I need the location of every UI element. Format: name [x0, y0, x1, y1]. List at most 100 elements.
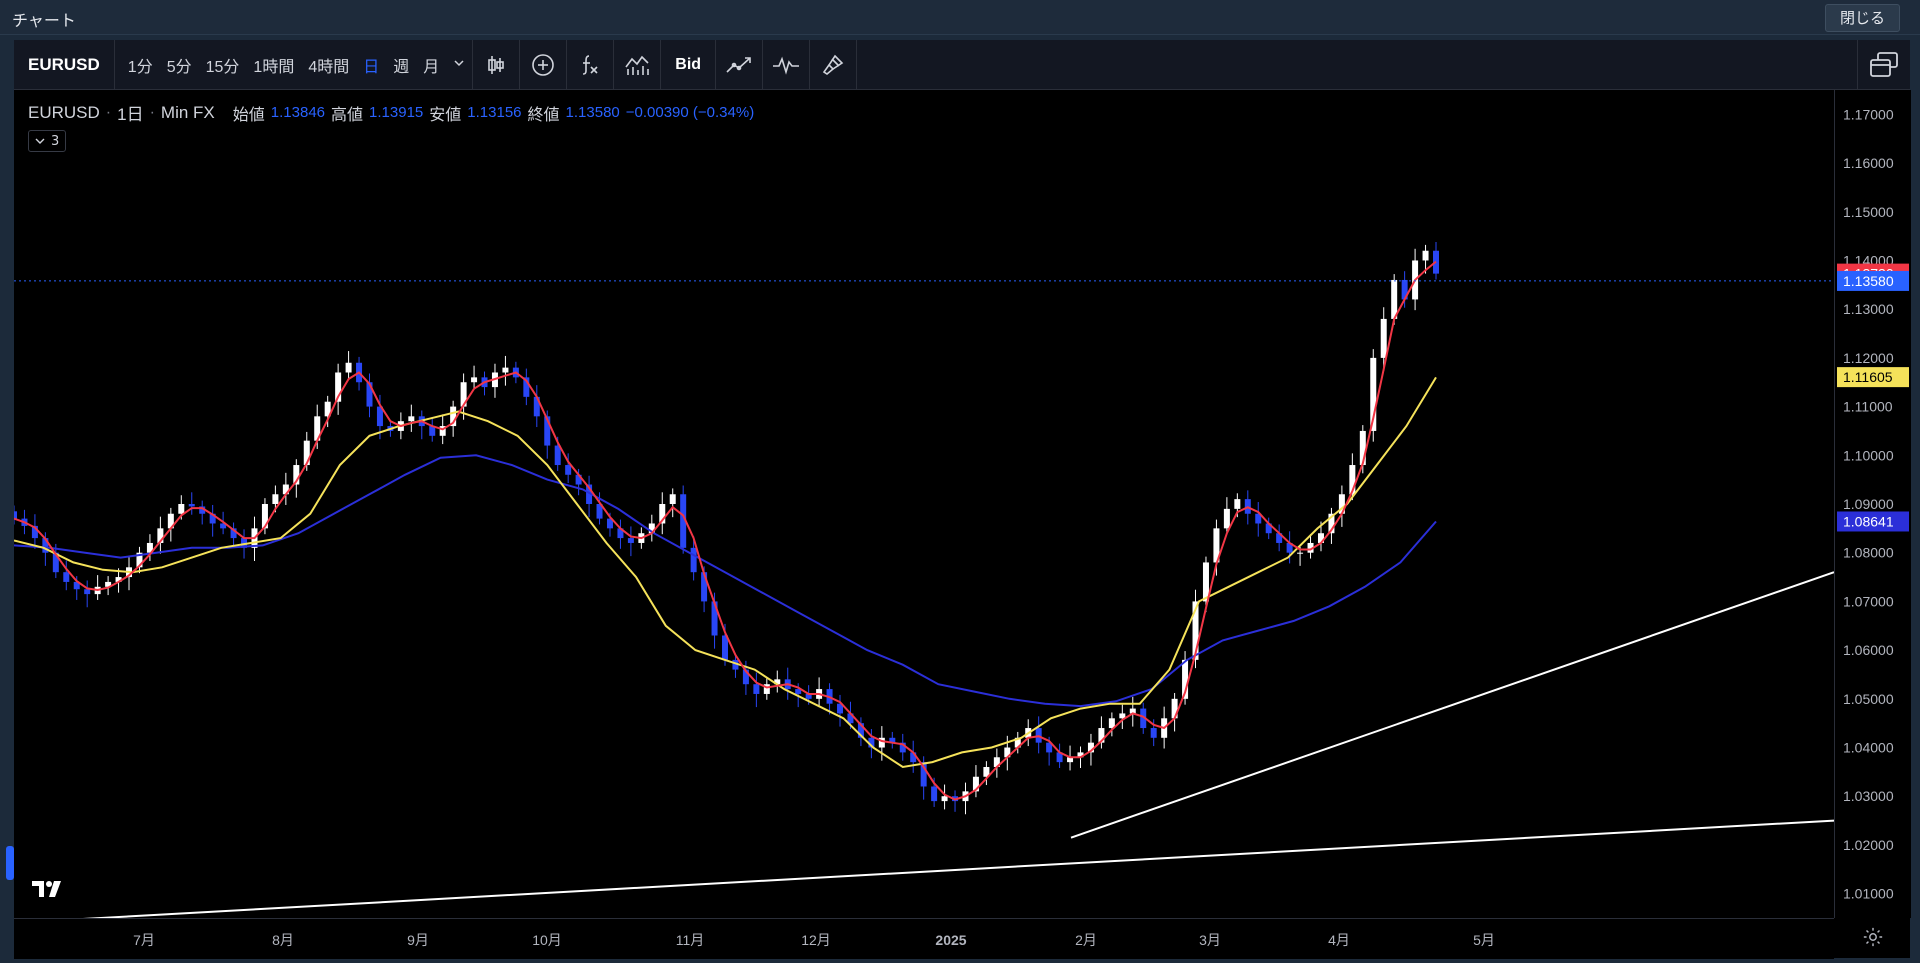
- candle-body: [941, 796, 948, 802]
- price-tick-label: 1.05000: [1843, 691, 1894, 707]
- function-icon[interactable]: [567, 40, 613, 89]
- chart-pane[interactable]: [14, 90, 1910, 958]
- candle-body: [669, 494, 676, 504]
- indicator-collapse-button[interactable]: 3: [28, 130, 67, 152]
- candle-body: [565, 465, 572, 475]
- interval-15m[interactable]: 15分: [199, 53, 247, 77]
- candle-body: [272, 494, 279, 504]
- price-tick-label: 1.15000: [1843, 204, 1894, 220]
- candle-body: [753, 684, 760, 694]
- candle-body: [554, 445, 561, 466]
- chevron-down-icon[interactable]: [446, 56, 472, 74]
- legend-interval: 1日: [117, 105, 144, 124]
- trendline-long[interactable]: [14, 819, 1834, 918]
- candle-body: [14, 511, 17, 519]
- time-tick-label: 4月: [1328, 932, 1350, 948]
- legend-high-label: 高値: [331, 106, 364, 124]
- toolbar-divider: [113, 40, 115, 89]
- price-marker-label: 1.11605: [1843, 369, 1893, 385]
- price-marker-label: 1.08641: [1843, 513, 1894, 529]
- chart-toolbar: EURUSD 1分 5分 15分 1時間 4時間 日 週 月 Bid: [14, 40, 1910, 90]
- time-tick-label: 2月: [1075, 932, 1097, 948]
- price-tick-label: 1.11000: [1843, 399, 1893, 415]
- candle-body: [178, 504, 185, 514]
- trendline-short[interactable]: [1070, 571, 1834, 839]
- interval-4h[interactable]: 4時間: [301, 53, 356, 77]
- candle-body: [188, 504, 195, 507]
- price-tick-label: 1.08000: [1843, 545, 1894, 561]
- price-tick-label: 1.09000: [1843, 496, 1894, 512]
- price-tick-label: 1.17000: [1843, 106, 1894, 122]
- bid-button[interactable]: Bid: [661, 56, 715, 74]
- alert-wave-icon[interactable]: [763, 40, 809, 89]
- layout-icon[interactable]: [1857, 40, 1910, 89]
- tradingview-logo-icon[interactable]: [30, 878, 64, 904]
- symbol-search-button[interactable]: EURUSD: [14, 55, 114, 75]
- legend-open-value: 1.13846: [270, 104, 326, 121]
- candle-body: [408, 416, 415, 422]
- price-tick-label: 1.07000: [1843, 593, 1894, 609]
- candle-body: [84, 589, 91, 595]
- interval-1m[interactable]: 1分: [121, 53, 160, 77]
- price-tick-label: 1.16000: [1843, 155, 1894, 171]
- time-scale[interactable]: 7月 8月 9月 10月 11月 12月 2025 2月 3月 4月 5月: [14, 918, 1834, 959]
- time-tick-label: 7月: [133, 932, 155, 948]
- price-chart[interactable]: [14, 90, 1834, 918]
- ma-red-line: [14, 260, 1437, 801]
- legend-symbol: EURUSD: [28, 102, 100, 122]
- window-titlebar: チャート 閉じる: [0, 0, 1920, 35]
- brush-icon[interactable]: [810, 40, 856, 89]
- candle-body: [690, 547, 697, 573]
- legend-close-label: 終値: [527, 106, 560, 124]
- time-scale-axis[interactable]: 7月 8月 9月 10月 11月 12月 2025 2月 3月 4月 5月: [14, 919, 1834, 959]
- time-tick-label: 9月: [407, 932, 429, 948]
- candle-body: [1422, 250, 1429, 261]
- interval-month[interactable]: 月: [416, 53, 446, 77]
- time-tick-label: 12月: [801, 932, 831, 948]
- legend-low-label: 安値: [429, 106, 462, 124]
- indicator-template-icon[interactable]: [614, 40, 660, 89]
- interval-5m[interactable]: 5分: [160, 53, 199, 77]
- ma-blue-line: [14, 454, 1437, 708]
- candle-body: [931, 786, 938, 802]
- time-tick-label: 3月: [1199, 932, 1221, 948]
- candle-body: [627, 538, 634, 543]
- price-tick-label: 1.01000: [1843, 886, 1894, 902]
- drawing-panel-handle[interactable]: [6, 846, 14, 880]
- price-tick-label: 1.02000: [1843, 837, 1894, 853]
- interval-day[interactable]: 日: [356, 53, 386, 77]
- candle-body: [345, 362, 352, 373]
- candle-style-icon[interactable]: [473, 40, 519, 89]
- legend-close-value: 1.13580: [565, 104, 620, 121]
- legend-source: Min FX: [160, 102, 215, 122]
- price-tick-label: 1.04000: [1843, 740, 1894, 756]
- price-tick-label: 1.03000: [1843, 788, 1894, 804]
- price-tick-label: 1.10000: [1843, 447, 1894, 463]
- compare-icon[interactable]: [716, 40, 762, 89]
- price-tick-label: 1.12000: [1843, 350, 1894, 366]
- close-button[interactable]: 閉じる: [1824, 4, 1900, 32]
- indicator-count: 3: [51, 133, 60, 149]
- interval-1h[interactable]: 1時間: [246, 53, 301, 77]
- gear-icon[interactable]: [1862, 926, 1884, 952]
- interval-week[interactable]: 週: [386, 53, 416, 77]
- candle-body: [1234, 499, 1241, 509]
- time-tick-label: 11月: [676, 932, 705, 948]
- window-title: チャート: [12, 11, 76, 30]
- time-tick-label: 10月: [532, 932, 562, 948]
- add-indicator-icon[interactable]: [520, 40, 566, 89]
- price-marker-label: 1.13580: [1843, 273, 1894, 289]
- price-scale[interactable]: 1.17000 1.16000 1.15000 1.14000 1.13000 1.120…: [1834, 90, 1911, 918]
- chevron-down-icon: [35, 138, 45, 144]
- price-tick-label: 1.06000: [1843, 642, 1894, 658]
- legend-change: −0.00390 (−0.34%): [625, 104, 755, 121]
- time-tick-label: 8月: [272, 932, 294, 948]
- toolbar-divider: [856, 40, 858, 89]
- candle-body: [1150, 728, 1157, 738]
- candle-body: [502, 367, 509, 373]
- price-scale-axis[interactable]: 1.170001.160001.150001.140001.130001.120…: [1835, 90, 1911, 918]
- candle-body: [1223, 508, 1230, 529]
- candle-body: [1380, 318, 1387, 358]
- legend-high-value: 1.13915: [369, 104, 424, 121]
- time-tick-label: 5月: [1473, 932, 1495, 948]
